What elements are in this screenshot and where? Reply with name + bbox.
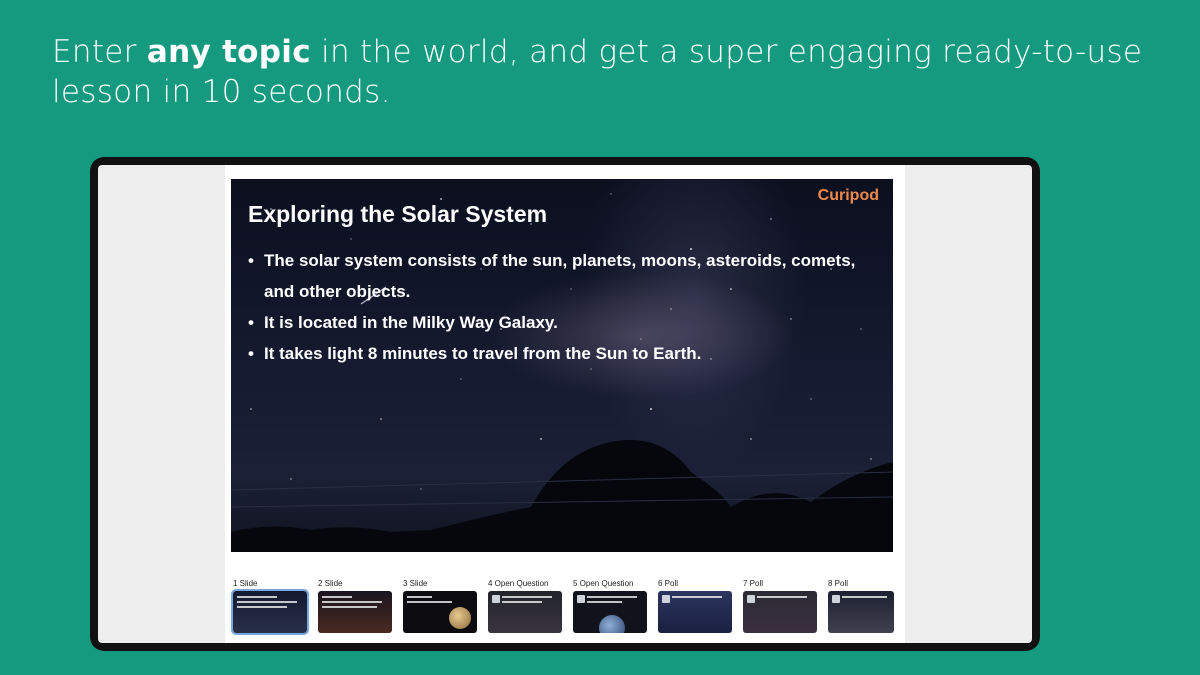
slide-bullets: The solar system consists of the sun, pl… (248, 245, 868, 369)
thumbnail-4[interactable]: 4 Open Question (488, 579, 566, 633)
thumbnail-preview (573, 591, 647, 633)
headline: Enter any topic in the world, and get a … (52, 32, 1172, 112)
thumbnail-label: 4 Open Question (488, 579, 549, 588)
app-screen: Curipod Exploring the Solar System The s… (98, 165, 1032, 643)
bullet-item: It takes light 8 minutes to travel from … (248, 338, 868, 369)
slide-title: Exploring the Solar System (248, 201, 548, 227)
thumbnail-preview (403, 591, 477, 633)
thumbnail-label: 5 Open Question (573, 579, 634, 588)
thumbnail-6[interactable]: 6 Poll (658, 579, 736, 633)
thumbnail-preview (828, 591, 894, 633)
headline-bold: any topic (146, 34, 311, 70)
thumbnail-3[interactable]: 3 Slide (403, 579, 481, 633)
thumbnail-8[interactable]: 8 Poll (828, 579, 906, 633)
curipod-logo: Curipod (817, 187, 879, 204)
tree-silhouette (231, 440, 893, 552)
thumbnail-1[interactable]: 1 Slide (231, 579, 311, 635)
thumbnail-label: 6 Poll (658, 579, 679, 588)
thumbnail-7[interactable]: 7 Poll (743, 579, 821, 633)
bullet-item: The solar system consists of the sun, pl… (248, 245, 868, 307)
thumbnail-preview (318, 591, 392, 633)
device-frame: Curipod Exploring the Solar System The s… (90, 157, 1040, 651)
thumbnail-5[interactable]: 5 Open Question (573, 579, 651, 633)
thumbnail-preview (488, 591, 562, 633)
thumbnail-preview (658, 591, 732, 633)
thumbnail-label: 7 Poll (743, 579, 764, 588)
current-slide[interactable]: Curipod Exploring the Solar System The s… (231, 179, 893, 552)
thumbnail-preview (743, 591, 817, 633)
thumbnail-label: 8 Poll (828, 579, 849, 588)
thumbnail-preview (231, 589, 309, 635)
bullet-item: It is located in the Milky Way Galaxy. (248, 307, 868, 338)
slide-thumbnail-bar: 1 Slide 2 Slide 3 Slide 4 Open Question … (231, 573, 901, 641)
thumbnail-2[interactable]: 2 Slide (318, 579, 396, 633)
headline-prefix: Enter (52, 34, 147, 70)
thumbnail-label: 2 Slide (318, 579, 343, 588)
thumbnail-label: 3 Slide (403, 579, 428, 588)
thumbnail-label: 1 Slide (233, 579, 258, 588)
